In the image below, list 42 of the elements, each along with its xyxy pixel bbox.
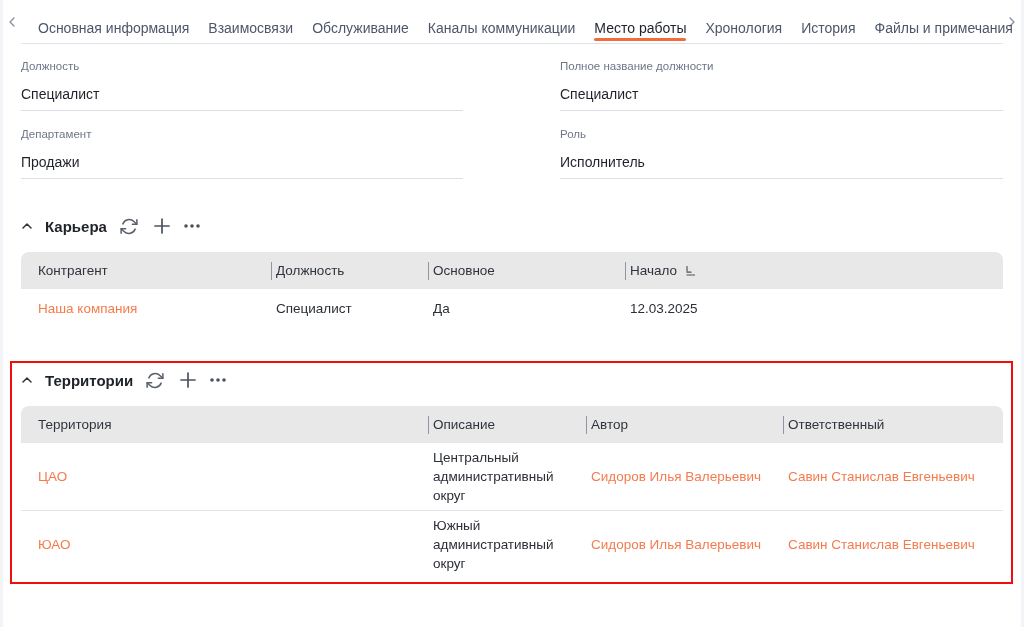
table-cell-text: Центральный административный округ [433,449,555,505]
column-header[interactable]: Ответственный [788,415,885,434]
table-cell-text: Да [433,299,450,318]
table-cell-text: 12.03.2025 [630,299,698,318]
field-label: Должность [21,59,80,73]
more-dots-icon[interactable] [183,224,200,228]
chevron-up-icon[interactable] [22,223,32,229]
tab[interactable]: Хронология [705,0,783,43]
tab[interactable]: Основная информация [38,0,190,43]
refresh-icon[interactable] [146,371,165,389]
field-label: Роль [560,127,586,141]
field-label: Департамент [21,127,92,141]
column-header[interactable]: Автор [591,415,628,434]
table-cell-text: Специалист [276,299,352,318]
section-title: Территории [45,371,134,389]
text-field[interactable]: Исполнитель [560,141,1003,179]
tab[interactable]: История [801,0,856,43]
tab[interactable]: Обслуживание [312,0,409,43]
column-header[interactable]: Территория [38,415,112,434]
text-field[interactable]: Специалист [560,73,1003,111]
column-header[interactable]: Основное [433,261,495,280]
column-header[interactable]: Контрагент [38,261,108,280]
more-dots-icon[interactable] [210,378,227,382]
column-header[interactable]: Начало [630,261,696,280]
plus-icon[interactable] [180,372,197,388]
text-field[interactable]: Специалист [21,73,463,111]
field-label: Полное название должности [560,59,714,73]
tab[interactable]: Каналы коммуникации [427,0,576,43]
sort-icon[interactable] [686,265,696,276]
chevron-left-icon[interactable] [9,16,15,27]
text-field[interactable]: Продажи [21,141,463,179]
chevron-up-icon[interactable] [22,377,32,383]
refresh-icon[interactable] [119,217,138,235]
column-header[interactable]: Должность [276,261,345,280]
tab[interactable]: Файлы и примечания [874,0,1013,43]
section-title: Карьера [45,217,107,235]
plus-icon[interactable] [153,218,170,234]
tab[interactable]: Взаимосвязи [208,0,294,43]
column-header[interactable]: Описание [433,415,496,434]
tab[interactable]: Место работы [594,0,687,43]
table-cell-text: Южный административный округ [433,517,555,573]
chevron-right-icon[interactable] [1009,16,1015,27]
